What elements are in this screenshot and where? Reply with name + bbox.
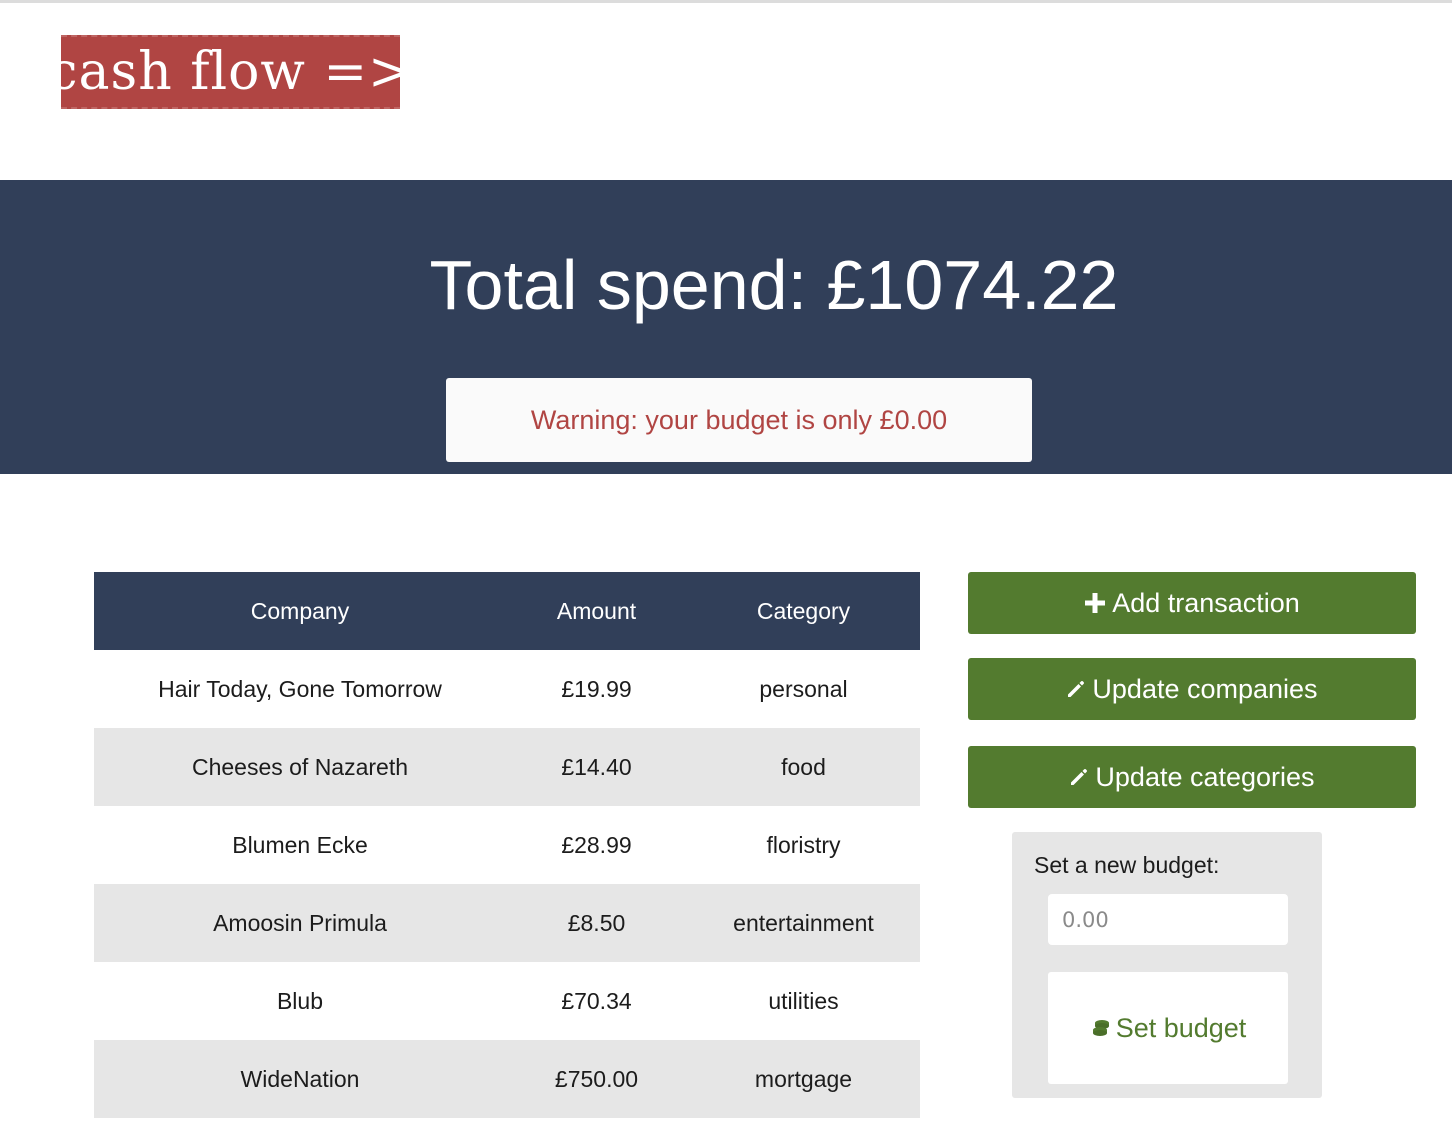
- budget-panel: Set a new budget: Set budget: [1012, 832, 1322, 1098]
- plus-icon: [1084, 592, 1106, 614]
- cell-company: Hair Today, Gone Tomorrow: [158, 675, 442, 702]
- budget-input[interactable]: [1048, 894, 1288, 945]
- cell-amount: £28.99: [561, 831, 632, 858]
- update-companies-label: Update companies: [1092, 673, 1318, 704]
- cell-amount: £70.34: [561, 987, 632, 1014]
- logo-text: cash flow =>: [61, 42, 400, 102]
- set-budget-button[interactable]: Set budget: [1048, 972, 1288, 1084]
- table-header-row: Company Amount Category: [94, 572, 920, 650]
- set-budget-label: Set budget: [1115, 1012, 1247, 1043]
- cell-category: utilities: [768, 987, 839, 1014]
- column-header-amount: Amount: [506, 572, 687, 650]
- budget-warning: Warning: your budget is only £0.00: [446, 378, 1032, 462]
- table-row: Cheeses of Nazareth £14.40 food: [94, 728, 920, 806]
- cell-category: food: [687, 728, 920, 806]
- cell-amount: £14.40: [506, 728, 687, 806]
- budget-label: Set a new budget:: [1034, 852, 1220, 878]
- pencil-icon: [1069, 767, 1089, 787]
- cell-company: Blumen Ecke: [232, 831, 368, 858]
- cell-company: Cheeses of Nazareth: [94, 728, 506, 806]
- cell-amount: £750.00: [506, 1040, 687, 1118]
- pencil-icon: [1066, 679, 1086, 699]
- add-transaction-label: Add transaction: [1112, 587, 1300, 618]
- add-transaction-button[interactable]: Add transaction: [968, 572, 1416, 634]
- coins-icon: [1090, 1017, 1112, 1039]
- budget-warning-text: Warning: your budget is only £0.00: [530, 404, 948, 435]
- transactions-table: Company Amount Category Hair Today, Gone…: [94, 572, 920, 1118]
- table-row: WideNation £750.00 mortgage: [94, 1040, 920, 1118]
- cell-company: Amoosin Primula: [94, 884, 506, 962]
- total-spend-title: Total spend: £1074.22: [429, 246, 1119, 324]
- update-companies-button[interactable]: Update companies: [968, 658, 1416, 720]
- cell-category: floristry: [766, 831, 841, 858]
- column-header-company: Company: [94, 572, 506, 650]
- update-categories-label: Update categories: [1095, 761, 1315, 792]
- cell-company: Blub: [276, 987, 324, 1014]
- cell-company: WideNation: [94, 1040, 506, 1118]
- cell-amount: £19.99: [561, 675, 632, 702]
- table-row: Hair Today, Gone Tomorrow £19.99 persona…: [94, 650, 920, 728]
- table-row: Amoosin Primula £8.50 entertainment: [94, 884, 920, 962]
- logo[interactable]: cash flow =>: [61, 35, 400, 109]
- cell-category: personal: [759, 675, 848, 702]
- table-row: Blumen Ecke £28.99 floristry: [94, 806, 920, 884]
- update-categories-button[interactable]: Update categories: [968, 746, 1416, 808]
- cell-category: mortgage: [687, 1040, 920, 1118]
- table-row: Blub £70.34 utilities: [94, 962, 920, 1040]
- column-header-category: Category: [687, 572, 920, 650]
- top-border: [0, 0, 1452, 3]
- cell-category: entertainment: [687, 884, 920, 962]
- cell-amount: £8.50: [506, 884, 687, 962]
